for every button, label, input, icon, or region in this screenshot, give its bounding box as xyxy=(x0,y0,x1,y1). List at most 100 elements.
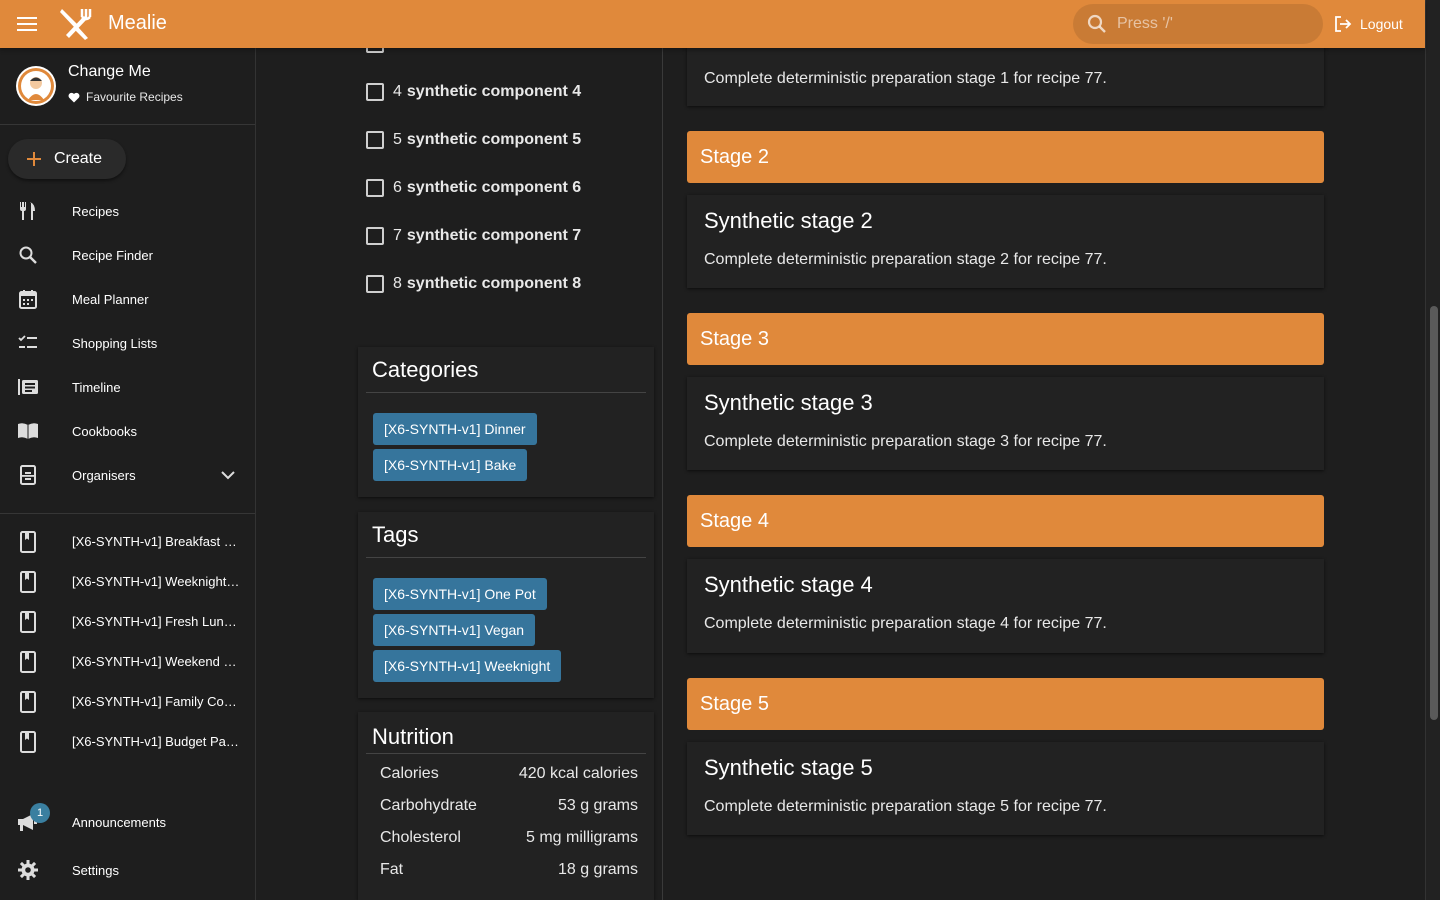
categories-title: Categories xyxy=(372,357,479,382)
stage-3-title: Synthetic stage 3 xyxy=(704,390,873,415)
nutrition-row: Calories 420 kcal calories xyxy=(380,765,638,789)
ingredient-quantity: 7 xyxy=(393,227,402,244)
tag-chip[interactable]: [X6-SYNTH-v1] Vegan xyxy=(373,614,536,646)
stage-1-body: Complete deterministic preparation stage… xyxy=(687,40,1324,106)
brand-name[interactable]: Mealie xyxy=(108,12,167,35)
cookbook-item[interactable]: [X6-SYNTH-v1] Fresh Lunches xyxy=(0,602,255,642)
nutrition-label: Fat xyxy=(380,861,404,878)
bookmark-book-icon xyxy=(20,571,36,593)
stage-3-header[interactable]: Stage 3 xyxy=(687,313,1324,365)
nutrition-value: 53 g grams xyxy=(557,797,638,814)
stage-5-text: Complete deterministic preparation stage… xyxy=(704,798,1107,815)
sidebar-item-timeline[interactable]: Timeline xyxy=(0,365,255,409)
stage-5-body: Synthetic stage 5 Complete deterministic… xyxy=(687,742,1324,835)
cookbook-item[interactable]: [X6-SYNTH-v1] Weeknight Dinners xyxy=(0,562,255,602)
category-chip[interactable]: [X6-SYNTH-v1] Bake xyxy=(373,449,528,481)
create-button[interactable]: Create xyxy=(8,139,126,179)
ingredient-item[interactable]: 8 synthetic component 8 xyxy=(366,272,581,296)
nutrition-value: 5 mg milligrams xyxy=(525,829,638,846)
card-divider xyxy=(366,392,646,393)
ingredient-checkbox[interactable] xyxy=(366,179,384,197)
user-avatar-icon xyxy=(18,68,54,104)
logout-button[interactable]: Logout xyxy=(1334,12,1403,36)
user-name[interactable]: Change Me xyxy=(68,63,151,81)
cookbook-item[interactable]: [X6-SYNTH-v1] Weekend Baking xyxy=(0,642,255,682)
ingredient-item[interactable]: 6 synthetic component 6 xyxy=(366,176,581,200)
menu-toggle-button[interactable] xyxy=(14,10,42,38)
ingredient-name: synthetic component 6 xyxy=(406,179,582,196)
ingredient-checkbox[interactable] xyxy=(366,227,384,245)
sidebar-item-label: Organisers xyxy=(72,467,136,483)
nutrition-label: Carbohydrate xyxy=(380,797,477,814)
folder-icon xyxy=(16,463,40,487)
ingredient-checkbox[interactable] xyxy=(366,275,384,293)
calendar-icon xyxy=(16,287,40,311)
stage-5-header[interactable]: Stage 5 xyxy=(687,678,1324,730)
sidebar-item-recipes[interactable]: Recipes xyxy=(0,189,255,233)
tag-chip[interactable]: [X6-SYNTH-v1] Weeknight xyxy=(373,650,562,682)
cookbook-label: [X6-SYNTH-v1] Breakfast Favourites xyxy=(72,534,242,549)
nutrition-value: 18 g grams xyxy=(557,861,638,878)
sidebar-item-settings[interactable]: Settings xyxy=(0,848,255,892)
ingredient-item[interactable]: 7 synthetic component 7 xyxy=(366,224,581,248)
sidebar-item-label: Meal Planner xyxy=(72,291,149,307)
sidebar-item-meal-planner[interactable]: Meal Planner xyxy=(0,277,255,321)
sidebar-item-organisers[interactable]: Organisers xyxy=(0,453,255,497)
stage-2-text: Complete deterministic preparation stage… xyxy=(704,251,1107,268)
sidebar-item-label: Timeline xyxy=(72,379,121,395)
tags-card: Tags [X6-SYNTH-v1] One Pot [X6-SYNTH-v1]… xyxy=(358,512,654,698)
stage-3-text: Complete deterministic preparation stage… xyxy=(704,433,1107,450)
stage-2-body: Synthetic stage 2 Complete deterministic… xyxy=(687,195,1324,288)
cookbook-item[interactable]: [X6-SYNTH-v1] Breakfast Favourites xyxy=(0,522,255,562)
cookbook-item[interactable]: [X6-SYNTH-v1] Family Comfort xyxy=(0,682,255,722)
avatar[interactable] xyxy=(16,66,56,106)
hamburger-menu-icon xyxy=(17,17,37,31)
nutrition-label: Cholesterol xyxy=(380,829,461,846)
sidebar-item-label: Announcements xyxy=(72,814,166,830)
logout-icon xyxy=(1335,16,1352,32)
sidebar-item-shopping-lists[interactable]: Shopping Lists xyxy=(0,321,255,365)
cookbook-label: [X6-SYNTH-v1] Budget Pantry xyxy=(72,734,242,749)
plus-icon xyxy=(27,152,41,166)
ingredient-quantity: 6 xyxy=(393,179,402,196)
search-box[interactable] xyxy=(1073,4,1323,44)
nutrition-row: Fat 18 g grams xyxy=(380,861,638,885)
bookmark-book-icon xyxy=(20,651,36,673)
timeline-icon xyxy=(16,375,40,399)
category-chip[interactable]: [X6-SYNTH-v1] Dinner xyxy=(373,413,537,445)
page-scrollbar[interactable] xyxy=(1425,0,1440,900)
card-divider xyxy=(366,753,646,754)
stage-4-title: Synthetic stage 4 xyxy=(704,572,873,597)
stage-4-header[interactable]: Stage 4 xyxy=(687,495,1324,547)
scrollbar-thumb[interactable] xyxy=(1430,306,1438,720)
mealie-logo-icon[interactable] xyxy=(58,7,94,41)
create-label: Create xyxy=(54,150,103,167)
search-input[interactable] xyxy=(1117,15,1297,33)
book-open-icon xyxy=(16,419,40,443)
ingredient-checkbox[interactable] xyxy=(366,131,384,149)
cookbook-item[interactable]: [X6-SYNTH-v1] Budget Pantry xyxy=(0,722,255,762)
user-section: Change Me Favourite Recipes xyxy=(0,48,255,125)
sidebar-item-label: Recipe Finder xyxy=(72,247,153,263)
sidebar-item-recipe-finder[interactable]: Recipe Finder xyxy=(0,233,255,277)
tag-chip[interactable]: [X6-SYNTH-v1] One Pot xyxy=(373,578,547,610)
nutrition-row: Carbohydrate 53 g grams xyxy=(380,797,638,821)
sidebar-item-cookbooks[interactable]: Cookbooks xyxy=(0,409,255,453)
tags-title: Tags xyxy=(372,522,419,547)
ingredient-item[interactable]: 5 synthetic component 5 xyxy=(366,128,581,152)
sidebar-item-label: Recipes xyxy=(72,203,119,219)
nutrition-row: Cholesterol 5 mg milligrams xyxy=(380,829,638,853)
ingredient-quantity: 4 xyxy=(393,83,402,100)
ingredient-item[interactable]: 4 synthetic component 4 xyxy=(366,80,581,104)
stage-2-title: Synthetic stage 2 xyxy=(704,208,873,233)
favourite-recipes-link[interactable]: Favourite Recipes xyxy=(68,90,183,104)
nutrition-card: Nutrition Calories 420 kcal calories Car… xyxy=(358,712,654,900)
ingredient-checkbox[interactable] xyxy=(366,83,384,101)
stage-2-header[interactable]: Stage 2 xyxy=(687,131,1324,183)
chevron-down-icon[interactable] xyxy=(218,463,238,487)
ingredient-name: synthetic component 4 xyxy=(406,83,582,100)
nutrition-label: Calories xyxy=(380,765,439,782)
stage-4-text: Complete deterministic preparation stage… xyxy=(704,615,1107,632)
app-bar: Mealie Logout xyxy=(0,0,1425,48)
sidebar-divider xyxy=(0,513,255,514)
